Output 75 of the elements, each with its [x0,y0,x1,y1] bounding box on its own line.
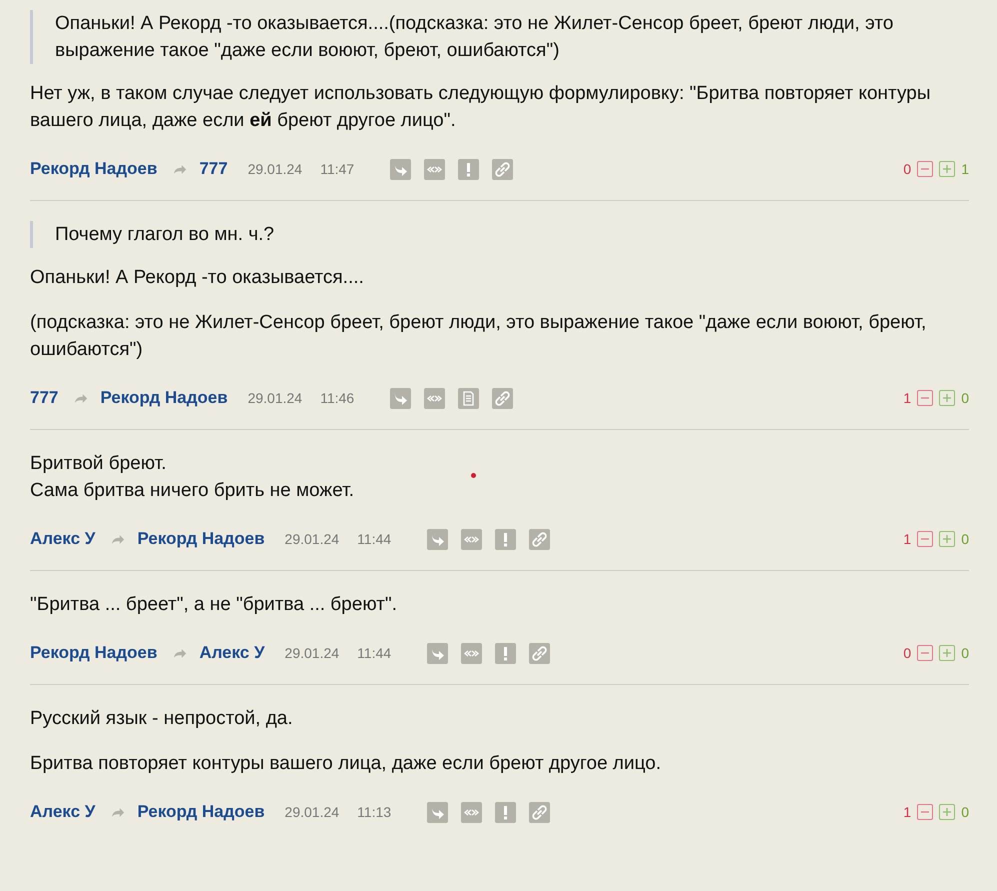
comment-time: 11:44 [357,645,392,661]
minus-icon[interactable] [917,645,934,661]
author-link[interactable]: Рекорд Надоев [30,643,158,663]
comment-date: 29.01.24 [248,390,302,406]
minus-icon[interactable] [917,531,934,547]
quote-text: Почему глагол во мн. ч.? [55,224,274,245]
reply-arrow-icon [111,806,126,818]
author-link[interactable]: Алекс У [30,802,96,822]
like-count: 0 [961,645,969,661]
comment-text: Русский язык - непростой, да. [30,707,293,731]
plus-icon[interactable] [939,161,956,177]
reply-icon[interactable] [427,642,448,664]
reply-icon[interactable] [390,388,412,408]
link-icon[interactable] [492,388,514,408]
like-count: 0 [961,390,969,406]
comment-text: "Бритва ... бреет", а не "бритва ... бреют". [30,593,398,617]
reply-arrow-icon [111,534,126,544]
dislike-count: 1 [903,804,912,820]
author-link[interactable]: Рекорд Надоев [137,802,265,822]
comment-text: Бритвой бреют. Сама бритва ничего брить не может. [30,452,354,503]
quote-icon[interactable] [424,388,446,408]
comment-date: 29.01.24 [248,161,302,177]
quote-text: Опаньки! А Рекорд -то оказывается....(подсказка: это не Жилет-Сенсор бреет, бреют люди, это выражение такое "даже если воюют, бреют, ошибаются") [55,13,894,61]
comment-date: 29.01.24 [284,804,340,820]
like-count: 0 [961,804,969,820]
reply-icon[interactable] [390,158,412,180]
plus-icon[interactable] [939,804,956,820]
comment-text: Нет уж, в таком случае следует использовать следующую формулировку: "Бритва повторяет контуры вашего лица, даже если ей бреют другое лицо". [30,82,932,133]
dislike-count: 1 [903,531,912,547]
quote-icon[interactable] [424,158,446,180]
document-icon[interactable] [458,388,480,408]
author-link[interactable]: Рекорд Надоев [100,388,228,408]
comment-time: 11:46 [320,390,354,406]
warning-icon[interactable] [495,802,516,822]
author-link[interactable]: Алекс У [30,529,96,549]
comment-text: Опаньки! А Рекорд -то оказывается.... [30,266,364,290]
author-link[interactable]: Рекорд Надоев [137,529,265,549]
dislike-count: 0 [903,645,912,661]
plus-icon[interactable] [939,531,956,547]
minus-icon[interactable] [917,161,934,177]
comment-date: 29.01.24 [284,531,340,547]
quote-icon[interactable] [461,528,482,550]
like-count: 1 [961,161,969,177]
warning-icon[interactable] [495,642,516,664]
comment-text: Бритва повторяет контуры вашего лица, даже если бреют другое лицо. [30,752,661,776]
comment-text: (подсказка: это не Жилет-Сенсор бреет, бреют люди, это выражение такое "даже если воюют, бреют, ошибаются") [30,311,928,362]
plus-icon[interactable] [939,645,956,661]
link-icon[interactable] [492,158,514,180]
dislike-count: 1 [903,390,912,406]
author-link[interactable]: Алекс У [199,643,265,663]
cursor-dot [471,473,476,478]
link-icon[interactable] [529,528,550,550]
comment-time: 11:47 [320,161,354,177]
quote-icon[interactable] [461,802,482,822]
warning-icon[interactable] [495,528,516,550]
link-icon[interactable] [529,642,550,664]
reply-arrow-icon [74,392,88,404]
like-count: 0 [961,531,969,547]
author-link[interactable]: 777 [30,388,58,408]
quote-icon[interactable] [461,642,482,664]
comment-date: 29.01.24 [284,645,340,661]
comment-time: 11:44 [357,531,392,547]
reply-icon[interactable] [427,528,448,550]
reply-arrow-icon [173,164,188,174]
minus-icon[interactable] [917,390,934,406]
author-link[interactable]: 777 [199,159,228,179]
dislike-count: 0 [903,161,912,177]
warning-icon[interactable] [458,158,480,180]
minus-icon[interactable] [917,804,934,820]
author-link[interactable]: Рекорд Надоев [30,159,158,179]
reply-icon[interactable] [427,802,448,822]
plus-icon[interactable] [939,390,956,406]
reply-arrow-icon [173,648,188,658]
link-icon[interactable] [529,802,550,822]
comment-time: 11:13 [357,804,392,820]
